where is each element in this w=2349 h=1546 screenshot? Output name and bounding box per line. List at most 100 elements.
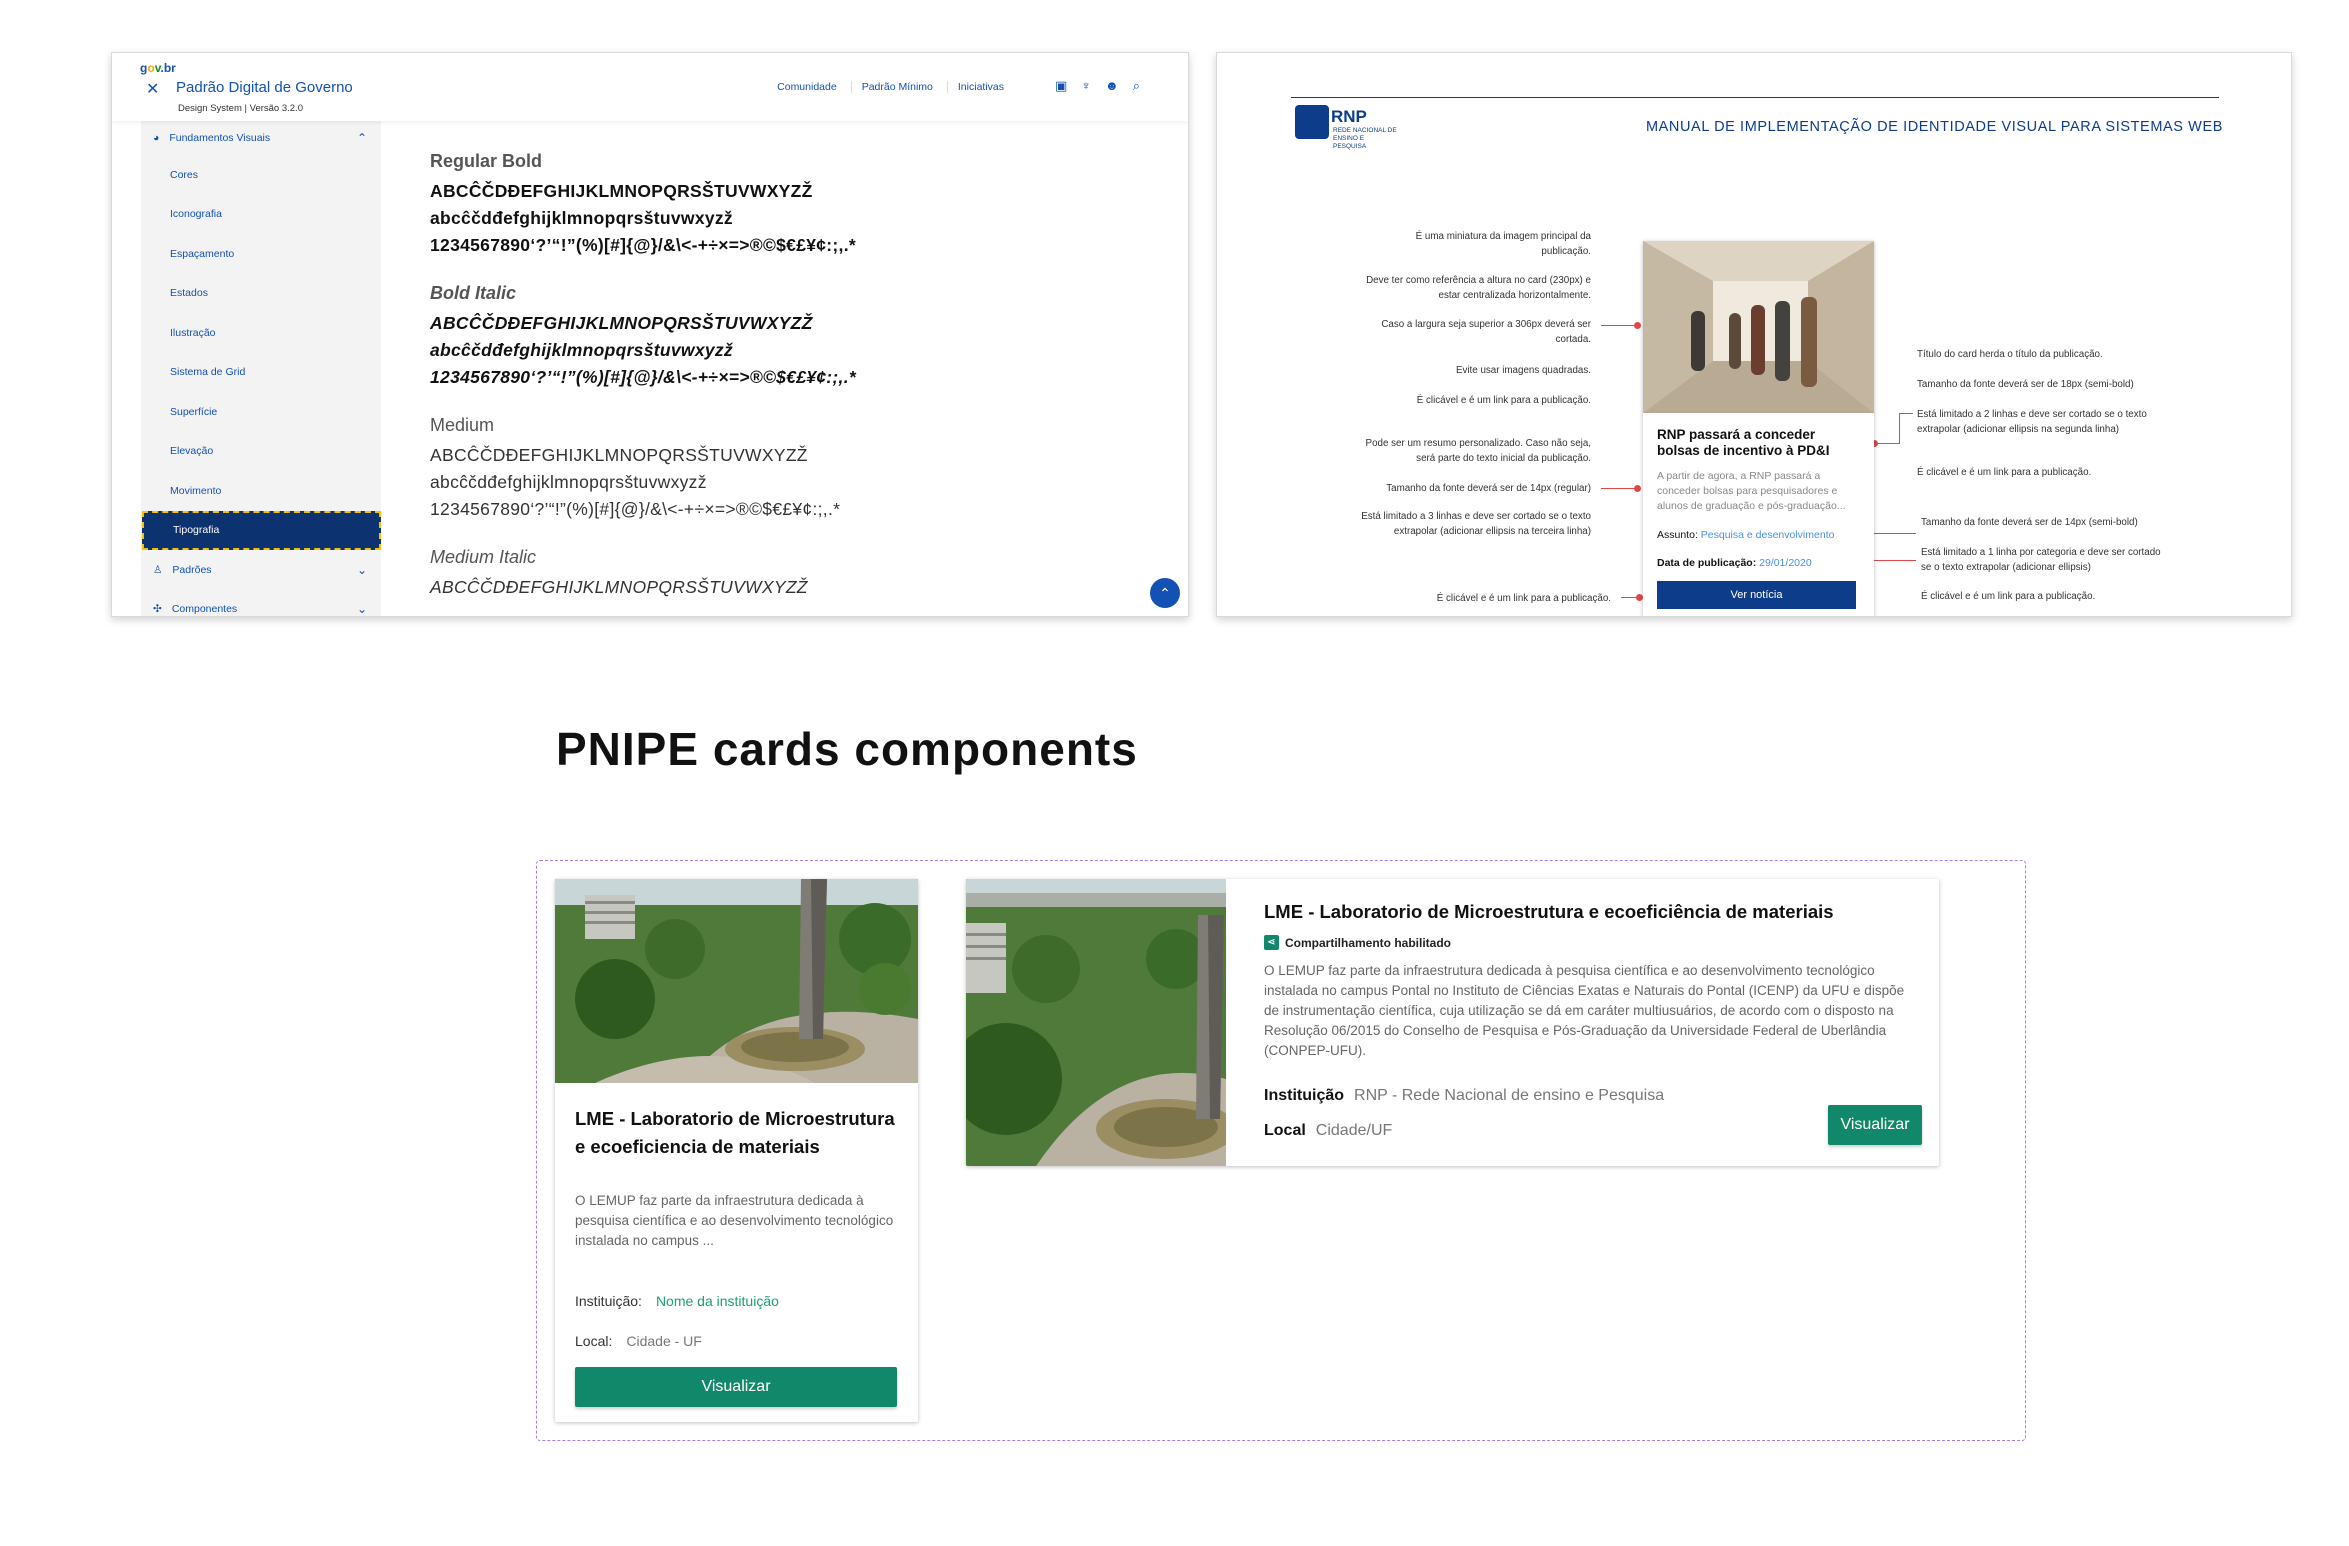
card-title[interactable]: LME - Laboratorio de Microestrutura e ec… <box>575 1105 895 1161</box>
specimen-medium: Medium ABCĈČDĐEFGHIJKLMNOPQRSŠTUVWXYZŽ a… <box>430 415 1130 523</box>
card-description: O LEMUP faz parte da infraestrutura dedi… <box>575 1193 894 1248</box>
book-icon[interactable]: ▣ <box>1055 78 1067 94</box>
sidebar-item-movimento[interactable]: Movimento <box>141 471 381 511</box>
campus-aerial-image <box>966 879 1226 1166</box>
pnipe-card-vertical[interactable]: LME - Laboratorio de Microestrutura e ec… <box>555 879 918 1422</box>
components-icon: ✣ <box>153 603 162 616</box>
subject-link[interactable]: Pesquisa e desenvolvimento <box>1701 529 1835 541</box>
chevron-up-icon: ⌃ <box>1159 584 1171 601</box>
local-row: Local Cidade/UF <box>1264 1122 1393 1139</box>
connector-line <box>1877 443 1899 444</box>
sidebar-item-estados[interactable]: Estados <box>141 274 381 314</box>
site-version: Design System | Versão 3.2.0 <box>178 103 303 114</box>
sidebar-item-iconografia[interactable]: Iconografia <box>141 195 381 235</box>
specimen-bold-italic: Bold Italic ABCĈČDĐEFGHIJKLMNOPQRSŠTUVWX… <box>430 283 1130 391</box>
close-icon[interactable]: ✕ <box>146 79 159 99</box>
card-thumbnail[interactable] <box>1643 241 1874 413</box>
pnipe-card-horizontal[interactable]: LME - Laboratorio de Microestrutura e ec… <box>966 879 1939 1166</box>
govbr-logo[interactable]: gov.br <box>140 61 176 75</box>
card-date: Data de publicação: 29/01/2020 <box>1657 557 1812 569</box>
students-hallway-image <box>1643 241 1874 413</box>
ver-noticia-button[interactable]: Ver notícia <box>1657 581 1856 609</box>
specimen-regular-bold: Regular Bold ABCĈČDĐEFGHIJKLMNOPQRSŠTUVW… <box>430 151 1130 259</box>
sidebar-item-superficie[interactable]: Superfície <box>141 392 381 432</box>
manual-title: MANUAL DE IMPLEMENTAÇÃO DE IDENTIDADE VI… <box>1645 119 2223 135</box>
chevron-down-icon: ⌄ <box>356 562 367 577</box>
note-right: É clicável e é um link para a publicação… <box>1917 467 2092 478</box>
sidebar-item-cores[interactable]: Cores <box>141 155 381 195</box>
local-row: Local: Cidade - UF <box>575 1333 702 1349</box>
search-icon[interactable]: ⌕ <box>1133 78 1140 94</box>
sidebar-group-padroes[interactable]: ♙ Padrões ⌄ <box>141 550 381 590</box>
connector-dot <box>1636 594 1643 601</box>
sidebar-item-elevacao[interactable]: Elevação <box>141 432 381 472</box>
chevron-up-icon: ⌃ <box>356 131 367 145</box>
specimen-symbols: 1234567890‘?’“!”(%)[#]{@}/&\<-+÷×=>®©$€£… <box>430 235 856 255</box>
note-left: Tamanho da fonte deverá ser de 14px (reg… <box>1386 483 1591 494</box>
campus-aerial-image <box>555 879 918 1083</box>
specimen-label: Medium <box>430 415 495 435</box>
discord-icon[interactable]: ☻ <box>1105 78 1119 94</box>
card-photo[interactable] <box>555 879 918 1083</box>
note-right: Está limitado a 1 linha por categoria e … <box>1921 547 2161 573</box>
note-right: Tamanho da fonte deverá ser de 18px (sem… <box>1917 379 2134 390</box>
card-title[interactable]: RNP passará a conceder bolsas de incenti… <box>1657 427 1857 459</box>
specimen-uppercase: ABCĈČDĐEFGHIJKLMNOPQRSŠTUVWXYZŽ <box>430 181 813 201</box>
institution-row: Instituição: Nome da instituição <box>575 1293 779 1309</box>
chevron-down-icon: ⌄ <box>356 602 367 617</box>
specimen-lowercase: abcĉčdđefghijklmnopqrsštuvwxyzž <box>430 340 733 360</box>
connector-line <box>1601 325 1637 326</box>
specimen-uppercase: ABCĈČDĐEFGHIJKLMNOPQRSŠTUVWXYZŽ <box>430 577 808 597</box>
institution-link[interactable]: Nome da instituição <box>656 1293 779 1309</box>
specimen-symbols: 1234567890‘?’“!”(%)[#]{@}/&\<-+÷×=>®©$€£… <box>430 367 856 387</box>
sidebar-group-fundamentos[interactable]: ◕ Fundamentos Visuais ⌃ <box>141 121 381 155</box>
sidebar-group-componentes[interactable]: ✣ Componentes ⌄ <box>141 590 381 617</box>
site-title[interactable]: Padrão Digital de Governo <box>176 79 353 96</box>
specimen-uppercase: ABCĈČDĐEFGHIJKLMNOPQRSŠTUVWXYZŽ <box>430 445 808 465</box>
news-card-mockup[interactable]: RNP passará a conceder bolsas de incenti… <box>1643 241 1874 616</box>
note-right: É clicável e é um link para a publicação… <box>1921 591 2096 602</box>
specimen-label: Bold Italic <box>430 283 517 303</box>
note-right: Está limitado a 2 linhas e deve ser cort… <box>1917 409 2147 435</box>
note-left: Pode ser um resumo personalizado. Caso n… <box>1365 438 1591 464</box>
note-right: Tamanho da fonte deverá ser de 14px (sem… <box>1921 517 2138 528</box>
card-subject: Assunto: Pesquisa e desenvolvimento <box>1657 529 1835 541</box>
palette-icon: ◕ <box>153 132 160 144</box>
govbr-header: gov.br ✕ Padrão Digital de Governo Desig… <box>112 53 1188 121</box>
gitlab-icon[interactable]: ♆ <box>1081 78 1091 94</box>
share-icon: ⋖ <box>1264 935 1279 950</box>
card-description: O LEMUP faz parte da infraestrutura dedi… <box>1264 963 1905 1058</box>
card-summary: A partir de agora, a RNP passará a conce… <box>1657 470 1846 512</box>
header-rule <box>1291 97 2219 98</box>
institution-row: Instituição RNP - Rede Nacional de ensino… <box>1264 1087 1665 1104</box>
card-photo[interactable] <box>966 879 1226 1166</box>
share-status[interactable]: ⋖ Compartilhamento habilitado <box>1264 935 1451 950</box>
specimen-label: Regular Bold <box>430 151 543 171</box>
sidebar-item-tipografia[interactable]: Tipografia <box>142 510 381 550</box>
nav-link-comunidade[interactable]: Comunidade <box>777 81 837 93</box>
nav-link-iniciativas[interactable]: Iniciativas <box>946 81 1004 93</box>
sidebar-item-sistema-de-grid[interactable]: Sistema de Grid <box>141 353 381 393</box>
visualizar-button[interactable]: Visualizar <box>575 1367 897 1407</box>
connector-line <box>1601 488 1637 489</box>
specimen-label: Medium Italic <box>430 547 537 567</box>
connector-line <box>1899 413 1900 444</box>
specimen-medium-italic: Medium Italic ABCĈČDĐEFGHIJKLMNOPQRSŠTUV… <box>430 547 1130 601</box>
top-nav: Comunidade Padrão Mínimo Iniciativas <box>777 81 1004 93</box>
nav-link-padrao-minimo[interactable]: Padrão Mínimo <box>850 81 933 93</box>
rnp-logo: RNP REDE NACIONAL DE ENSINO E PESQUISA <box>1295 105 1399 155</box>
sidebar-item-espacamento[interactable]: Espaçamento <box>141 234 381 274</box>
card-title[interactable]: LME - Laboratorio de Microestrutura e ec… <box>1264 901 1834 923</box>
govbr-screenshot-panel: gov.br ✕ Padrão Digital de Governo Desig… <box>111 52 1189 617</box>
typography-specimen: Regular Bold ABCĈČDĐEFGHIJKLMNOPQRSŠTUVW… <box>430 151 1130 616</box>
header-icons: ▣ ♆ ☻ ⌕ <box>1055 78 1140 94</box>
scroll-to-top-button[interactable]: ⌃ <box>1150 578 1180 608</box>
specimen-uppercase: ABCĈČDĐEFGHIJKLMNOPQRSŠTUVWXYZŽ <box>430 313 813 333</box>
connector-dot <box>1634 485 1641 492</box>
note-right: Título do card herda o título da publica… <box>1917 349 2103 360</box>
note-left: Deve ter como referência a altura no car… <box>1366 275 1591 301</box>
visualizar-button[interactable]: Visualizar <box>1828 1105 1922 1145</box>
connector-line <box>1899 413 1913 414</box>
specimen-lowercase: abcĉčdđefghijklmnopqrsštuvwxyzž <box>430 208 733 228</box>
sidebar-item-ilustracao[interactable]: Ilustração <box>141 313 381 353</box>
